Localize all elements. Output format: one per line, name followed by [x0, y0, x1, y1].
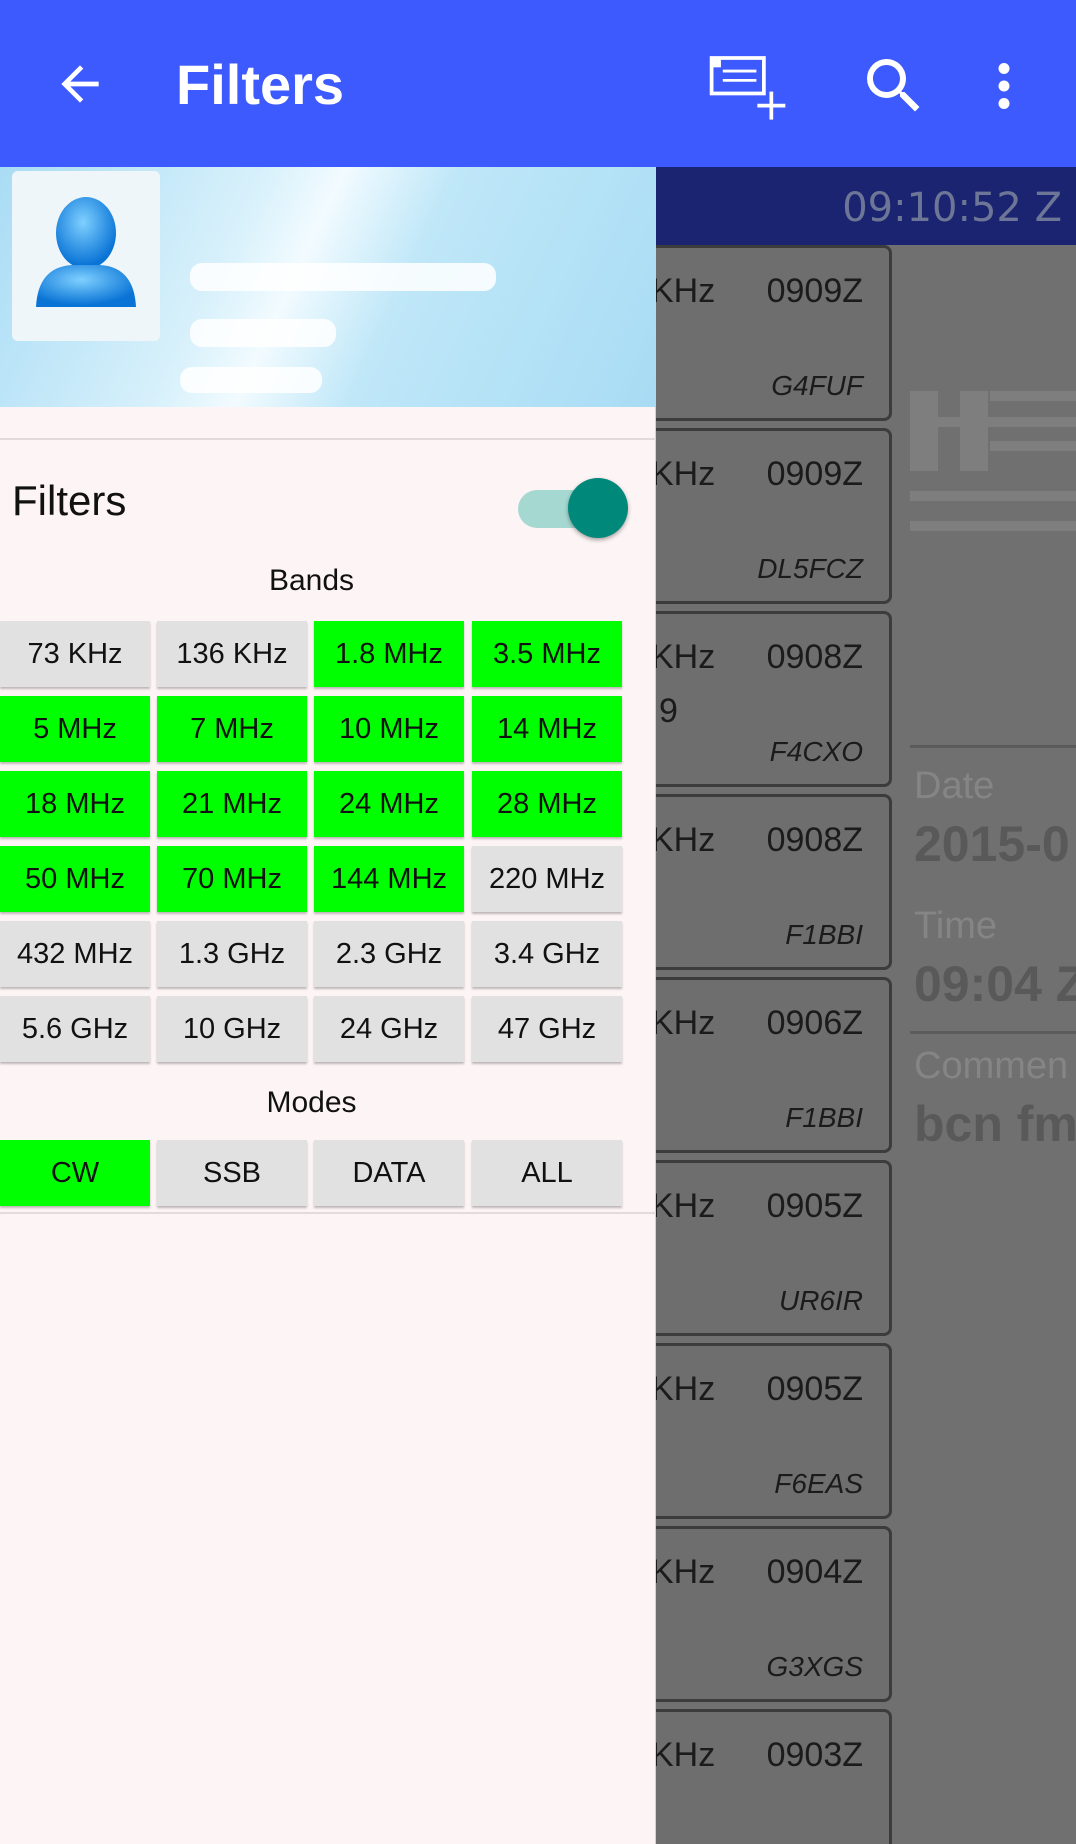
spot-time: 0905Z [766, 1187, 863, 1225]
arrow-back-icon[interactable] [40, 44, 120, 124]
band-button[interactable]: 3.4 GHz [472, 921, 622, 987]
spot-frequency: KHz [651, 1736, 716, 1774]
spot-frequency: KHz [651, 1187, 716, 1225]
modes-title: Modes [266, 1086, 357, 1119]
spot-callsign: F1BBI [785, 1102, 863, 1133]
band-button[interactable]: 2.3 GHz [314, 921, 464, 987]
spot-frequency: KHz [651, 638, 716, 676]
more-vert-icon[interactable] [962, 44, 1046, 128]
filters-toggle[interactable] [518, 472, 630, 538]
bands-title: Bands [268, 564, 355, 597]
country-flag-icon [910, 391, 1076, 551]
redacted-user-info [190, 319, 336, 347]
spot-time: 0906Z [766, 1004, 863, 1042]
spot-detail-panel: Date 2015-0 Time 09:04 Z Commen bcn fm [910, 245, 1076, 1844]
mode-button-cw[interactable]: CW [0, 1140, 150, 1206]
band-button[interactable]: 10 GHz [157, 996, 307, 1062]
avatar [12, 171, 160, 341]
band-button[interactable]: 28 MHz [472, 771, 622, 837]
search-icon[interactable] [852, 44, 936, 128]
spot-time: 0904Z [766, 1553, 863, 1591]
spot-extra: 9 [659, 692, 678, 730]
divider [0, 438, 656, 440]
spot-frequency: KHz [651, 1370, 716, 1408]
user-icon [36, 197, 136, 307]
mode-button-data[interactable]: DATA [314, 1140, 464, 1206]
band-button[interactable]: 73 KHz [0, 621, 150, 687]
band-button[interactable]: 5 MHz [0, 696, 150, 762]
mode-button-all[interactable]: ALL [472, 1140, 622, 1206]
band-button[interactable]: 70 MHz [157, 846, 307, 912]
comment-value: bcn fm [914, 1096, 1076, 1152]
band-button[interactable]: 47 GHz [472, 996, 622, 1062]
spot-frequency: KHz [651, 455, 716, 493]
add-list-icon[interactable] [706, 44, 790, 128]
app-bar: Filters [0, 0, 1076, 167]
date-value: 2015-0 [914, 816, 1070, 872]
date-label: Date [914, 765, 995, 807]
filters-label: Filters [12, 477, 127, 524]
spot-callsign: G4FUF [771, 370, 863, 401]
band-button[interactable]: 21 MHz [157, 771, 307, 837]
page-title: Filters [176, 53, 345, 116]
spot-callsign: G3XGS [766, 1651, 863, 1682]
band-button[interactable]: 1.3 GHz [157, 921, 307, 987]
spot-time: 0909Z [766, 272, 863, 310]
mode-button-ssb[interactable]: SSB [157, 1140, 307, 1206]
redacted-user-name [190, 263, 496, 291]
spot-callsign: F1BBI [785, 919, 863, 950]
band-button[interactable]: 1.8 MHz [314, 621, 464, 687]
redacted-user-detail [180, 367, 322, 393]
spot-callsign: F4CXO [769, 736, 863, 767]
spot-callsign: UR6IR [778, 1285, 863, 1316]
spot-frequency: KHz [651, 1553, 716, 1591]
spot-time: 0908Z [766, 821, 863, 859]
band-button[interactable]: 24 MHz [314, 771, 464, 837]
band-button[interactable]: 10 MHz [314, 696, 464, 762]
band-button[interactable]: 14 MHz [472, 696, 622, 762]
divider [0, 1212, 656, 1214]
time-label: Time [914, 905, 998, 947]
band-button[interactable]: 432 MHz [0, 921, 150, 987]
spot-time: 0909Z [766, 455, 863, 493]
spot-frequency: KHz [651, 821, 716, 859]
spot-callsign: F6EAS [774, 1468, 863, 1499]
band-button[interactable]: 3.5 MHz [472, 621, 622, 687]
band-button[interactable]: 18 MHz [0, 771, 150, 837]
band-button[interactable]: 50 MHz [0, 846, 150, 912]
toggle-thumb [568, 478, 628, 538]
band-button[interactable]: 24 GHz [314, 996, 464, 1062]
band-button[interactable]: 220 MHz [472, 846, 622, 912]
band-button[interactable]: 136 KHz [157, 621, 307, 687]
spot-callsign: DL5FCZ [757, 553, 863, 584]
spot-time: 0903Z [766, 1736, 863, 1774]
filter-drawer: Filters Bands 73 KHz 136 KHz 1.8 MHz 3.5… [0, 167, 656, 1844]
band-button[interactable]: 144 MHz [314, 846, 464, 912]
utc-clock: 09:10:52 Z [842, 185, 1062, 231]
time-value: 09:04 Z [914, 956, 1076, 1012]
band-button[interactable]: 7 MHz [157, 696, 307, 762]
comment-label: Commen [914, 1045, 1069, 1087]
spot-time: 0905Z [766, 1370, 863, 1408]
spot-frequency: KHz [651, 272, 716, 310]
spot-frequency: KHz [651, 1004, 716, 1042]
band-button[interactable]: 5.6 GHz [0, 996, 150, 1062]
drawer-header [0, 167, 656, 407]
spot-time: 0908Z [766, 638, 863, 676]
